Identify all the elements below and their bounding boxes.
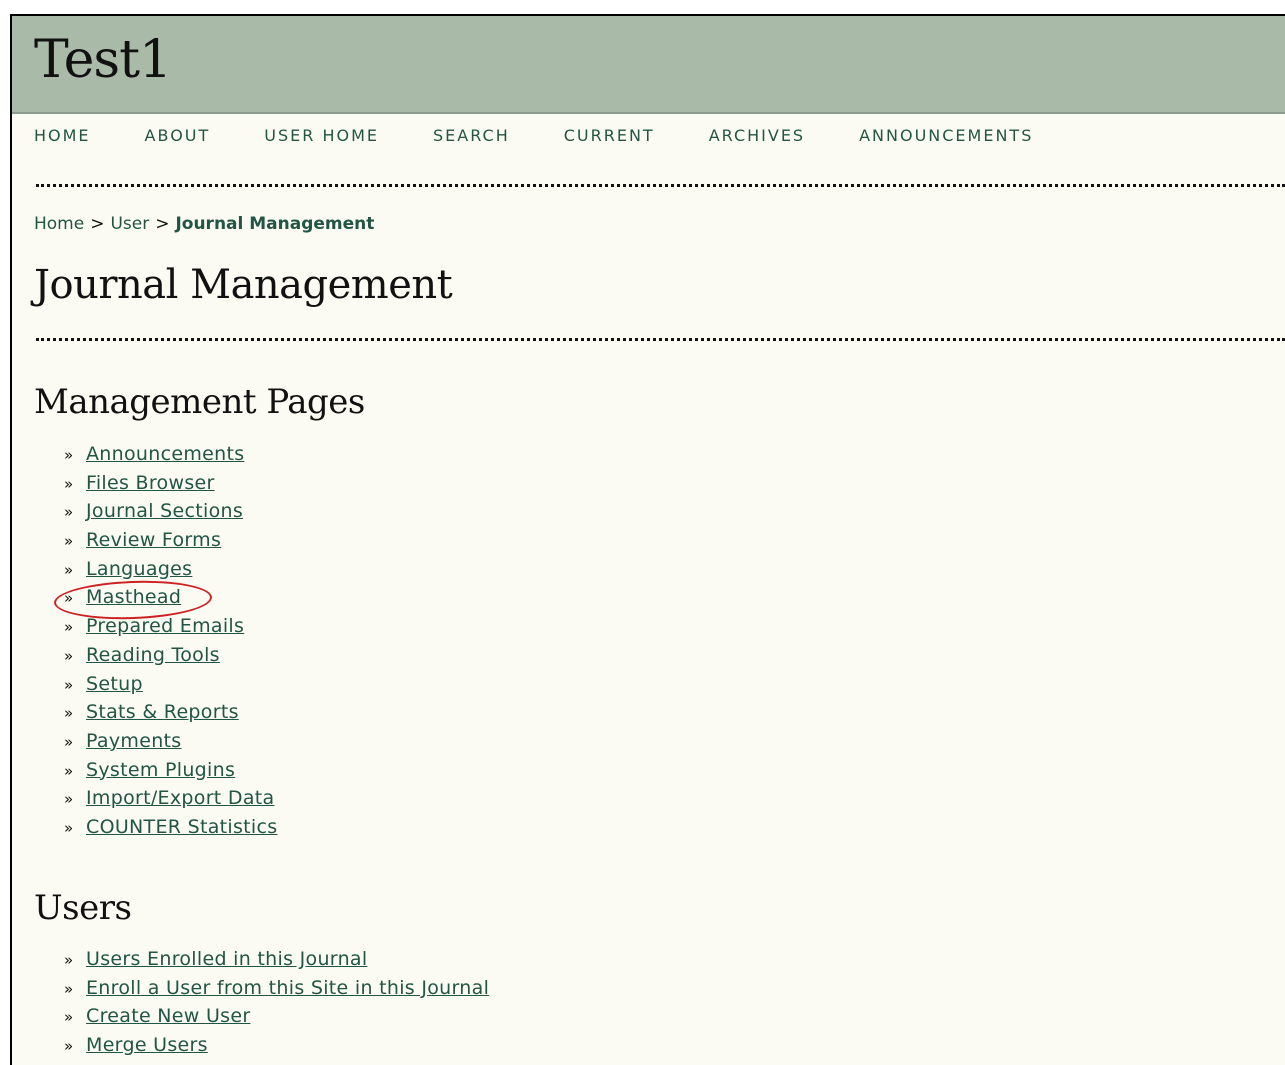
list-item: » Review Forms <box>64 526 277 555</box>
breadcrumb-user[interactable]: User <box>110 214 149 234</box>
list-item: » Journal Sections <box>64 497 277 526</box>
bullet-icon: » <box>64 646 74 665</box>
list-item: » System Plugins <box>64 756 277 785</box>
title-divider <box>36 338 1285 341</box>
nav-user-home[interactable]: USER HOME <box>264 126 379 145</box>
bullet-icon: » <box>64 474 74 493</box>
list-item: » Files Browser <box>64 469 277 498</box>
link-review-forms[interactable]: Review Forms <box>86 529 221 551</box>
link-languages[interactable]: Languages <box>86 558 192 580</box>
link-create-new-user[interactable]: Create New User <box>86 1005 250 1027</box>
page-frame: Test1 HOME ABOUT USER HOME SEARCH CURREN… <box>10 14 1285 1065</box>
breadcrumb-home[interactable]: Home <box>34 214 84 234</box>
bullet-icon: » <box>64 618 74 637</box>
bullet-icon: » <box>64 979 74 998</box>
link-payments[interactable]: Payments <box>86 730 181 752</box>
main-navigation: HOME ABOUT USER HOME SEARCH CURRENT ARCH… <box>34 126 1033 145</box>
page-title: Journal Management <box>34 262 453 308</box>
list-item: » COUNTER Statistics <box>64 813 277 842</box>
nav-search[interactable]: SEARCH <box>433 126 510 145</box>
nav-home[interactable]: HOME <box>34 126 91 145</box>
bullet-icon: » <box>64 818 74 837</box>
link-files-browser[interactable]: Files Browser <box>86 472 215 494</box>
link-users-enrolled[interactable]: Users Enrolled in this Journal <box>86 948 367 970</box>
list-item: » Languages <box>64 555 277 584</box>
link-reading-tools[interactable]: Reading Tools <box>86 644 220 666</box>
breadcrumb: Home > User > Journal Management <box>34 214 374 234</box>
bullet-icon: » <box>64 704 74 723</box>
list-item: » Import/Export Data <box>64 784 277 813</box>
breadcrumb-separator: > <box>90 214 105 234</box>
list-item: » Payments <box>64 727 277 756</box>
bullet-icon: » <box>64 1008 74 1027</box>
link-system-plugins[interactable]: System Plugins <box>86 759 235 781</box>
breadcrumb-separator: > <box>155 214 170 234</box>
list-item: » Users Enrolled in this Journal <box>64 945 489 974</box>
nav-announcements[interactable]: ANNOUNCEMENTS <box>859 126 1033 145</box>
nav-about[interactable]: ABOUT <box>145 126 211 145</box>
list-item: » Reading Tools <box>64 641 277 670</box>
link-setup[interactable]: Setup <box>86 673 143 695</box>
list-item: » Enroll a User from this Site in this Jo… <box>64 974 489 1003</box>
breadcrumb-current[interactable]: Journal Management <box>175 214 374 234</box>
bullet-icon: » <box>64 1037 74 1056</box>
site-header: Test1 <box>12 16 1285 114</box>
link-journal-sections[interactable]: Journal Sections <box>86 500 243 522</box>
bullet-icon: » <box>64 951 74 969</box>
bullet-icon: » <box>64 761 74 780</box>
link-counter-statistics[interactable]: COUNTER Statistics <box>86 816 277 838</box>
users-list: » Users Enrolled in this Journal » Enroll … <box>64 945 489 1060</box>
list-item: » Merge Users <box>64 1031 489 1060</box>
management-pages-list: » Announcements » Files Browser » Journal S… <box>64 440 277 842</box>
list-item: » Setup <box>64 670 277 699</box>
nav-current[interactable]: CURRENT <box>564 126 655 145</box>
bullet-icon: » <box>64 560 74 579</box>
bullet-icon: » <box>64 790 74 809</box>
link-announcements[interactable]: Announcements <box>86 443 244 465</box>
link-import-export-data[interactable]: Import/Export Data <box>86 787 274 809</box>
users-heading: Users <box>34 888 132 928</box>
bullet-icon: » <box>64 732 74 751</box>
nav-divider <box>36 184 1285 187</box>
nav-archives[interactable]: ARCHIVES <box>709 126 805 145</box>
link-merge-users[interactable]: Merge Users <box>86 1034 208 1056</box>
list-item: » Announcements <box>64 440 277 469</box>
list-item: » Create New User <box>64 1002 489 1031</box>
bullet-icon: » <box>64 532 74 551</box>
bullet-icon: » <box>64 446 74 464</box>
bullet-icon: » <box>64 503 74 522</box>
list-item: » Stats & Reports <box>64 698 277 727</box>
link-enroll-user[interactable]: Enroll a User from this Site in this Jou… <box>86 977 489 999</box>
management-pages-heading: Management Pages <box>34 382 365 422</box>
bullet-icon: » <box>64 675 74 694</box>
site-title[interactable]: Test1 <box>34 30 172 90</box>
link-stats-reports[interactable]: Stats & Reports <box>86 701 239 723</box>
